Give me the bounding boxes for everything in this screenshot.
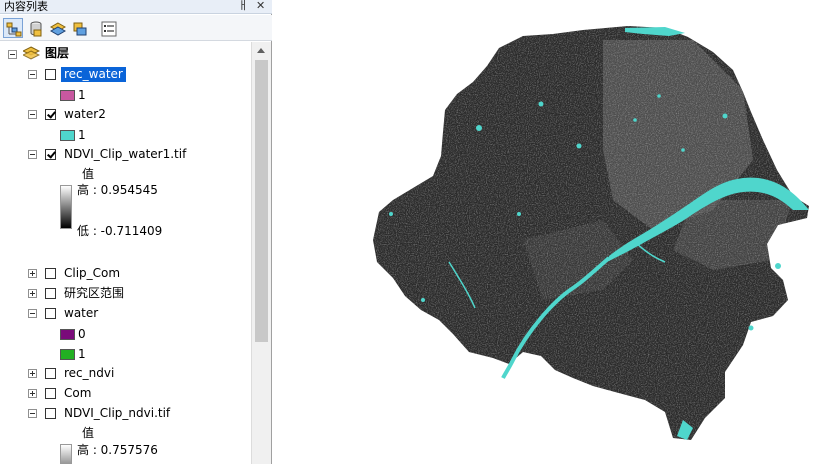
layer-visibility-checkbox[interactable] <box>45 149 56 160</box>
pin-icon[interactable]: ㅐ <box>238 0 248 12</box>
table-of-contents-panel: 内容列表 ㅐ ✕ 图层 rec_water 1 water2 1 NDVI_Cl… <box>0 0 272 464</box>
layer-visibility-checkbox[interactable] <box>45 308 56 319</box>
map-canvas[interactable] <box>273 0 832 464</box>
layer-visibility-checkbox[interactable] <box>45 408 56 419</box>
layer-visibility-checkbox[interactable] <box>45 288 56 299</box>
list-by-source-button[interactable] <box>25 18 45 38</box>
pond-water <box>633 118 637 122</box>
pond-water <box>389 212 393 216</box>
pond-water <box>657 94 661 98</box>
scroll-up-arrow-icon[interactable] <box>252 42 271 59</box>
layer-collapse-toggle[interactable] <box>28 150 37 159</box>
raster-low-value: 低 : -0.711409 <box>77 224 163 238</box>
legend-label: 0 <box>78 327 86 341</box>
scroll-thumb[interactable] <box>255 60 268 342</box>
layer-visibility-checkbox[interactable] <box>45 368 56 379</box>
drawing-order-icon <box>6 22 22 37</box>
pond-water <box>681 148 685 152</box>
selection-icon <box>73 22 87 36</box>
legend-label: 1 <box>78 88 86 102</box>
raster-color-ramp <box>60 185 72 229</box>
layer-name-com[interactable]: Com <box>64 386 91 401</box>
layer-visibility-checkbox[interactable] <box>45 109 56 120</box>
map-view[interactable] <box>273 0 832 464</box>
toc-title: 内容列表 <box>4 0 48 13</box>
layer-visibility-checkbox[interactable] <box>45 268 56 279</box>
layers-visibility-icon <box>50 22 66 36</box>
raster-high-value: 高 : 0.954545 <box>77 183 158 197</box>
raster-value-heading: 值 <box>82 426 95 440</box>
pond-water <box>517 212 521 216</box>
layer-name-water2[interactable]: water2 <box>64 107 106 122</box>
options-list-icon <box>101 21 117 37</box>
layer-expand-toggle[interactable] <box>28 389 37 398</box>
raster-high-value: 高 : 0.757576 <box>77 443 158 457</box>
layer-name-ndvi-clip-water1[interactable]: NDVI_Clip_water1.tif <box>64 147 186 162</box>
database-icon <box>30 21 42 37</box>
layer-tree: 图层 rec_water 1 water2 1 NDVI_Clip_water1… <box>0 42 251 464</box>
list-by-selection-button[interactable] <box>69 18 89 38</box>
layer-expand-toggle[interactable] <box>28 369 37 378</box>
legend-label: 1 <box>78 347 86 361</box>
pond-water <box>748 325 754 331</box>
layer-name-ndvi-clip-ndvi[interactable]: NDVI_Clip_ndvi.tif <box>64 406 170 421</box>
layer-expand-toggle[interactable] <box>28 289 37 298</box>
pond-water <box>775 263 781 269</box>
legend-swatch <box>60 130 75 141</box>
toc-vertical-scrollbar[interactable] <box>251 42 271 464</box>
layer-name-study-area[interactable]: 研究区范围 <box>64 286 124 301</box>
pond-water <box>576 143 582 149</box>
layer-name-rec-ndvi[interactable]: rec_ndvi <box>64 366 114 381</box>
layer-collapse-toggle[interactable] <box>28 409 37 418</box>
layer-name-water[interactable]: water <box>64 306 98 321</box>
raster-value-heading: 值 <box>82 167 95 181</box>
layer-name-clip-com[interactable]: Clip_Com <box>64 266 120 281</box>
legend-swatch <box>60 90 75 101</box>
toc-toolbar <box>0 15 272 41</box>
layer-visibility-checkbox[interactable] <box>45 388 56 399</box>
close-icon[interactable]: ✕ <box>256 0 265 12</box>
options-button[interactable] <box>98 18 118 38</box>
pond-water <box>421 298 425 302</box>
layer-expand-toggle[interactable] <box>28 269 37 278</box>
raster-color-ramp <box>60 444 72 464</box>
pond-water <box>722 113 728 119</box>
layer-visibility-checkbox[interactable] <box>45 69 56 80</box>
list-by-drawing-order-button[interactable] <box>3 18 23 38</box>
layer-collapse-toggle[interactable] <box>28 309 37 318</box>
root-layer-label: 图层 <box>45 46 70 60</box>
layer-collapse-toggle[interactable] <box>28 70 37 79</box>
ndvi-texture <box>373 26 809 440</box>
pond-water <box>538 101 544 107</box>
legend-label: 1 <box>78 128 86 142</box>
layers-group-icon <box>23 46 40 60</box>
pond-water <box>476 125 482 131</box>
toc-title-bar: 内容列表 ㅐ ✕ <box>0 0 272 14</box>
list-by-visibility-button[interactable] <box>47 18 67 38</box>
layer-collapse-toggle[interactable] <box>28 110 37 119</box>
root-collapse-toggle[interactable] <box>8 50 17 59</box>
legend-swatch <box>60 349 75 360</box>
layer-name-rec-water[interactable]: rec_water <box>61 67 126 82</box>
legend-swatch <box>60 329 75 340</box>
